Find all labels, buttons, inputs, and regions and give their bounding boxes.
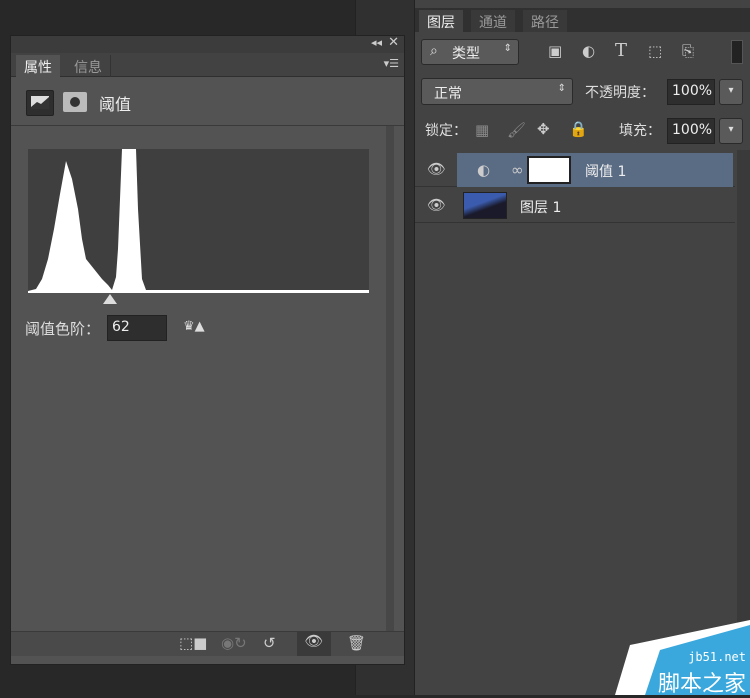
clip-to-layer-icon[interactable]: ⬚■: [179, 634, 207, 652]
eye-icon[interactable]: 👁: [427, 160, 446, 178]
layer-thumbnail: [463, 192, 507, 219]
close-icon[interactable]: ✕: [388, 35, 399, 50]
adjustment-title: 阈值: [99, 95, 132, 114]
adjustment-header: 阈值: [11, 78, 404, 126]
fill-dropdown[interactable]: ▾: [719, 118, 743, 144]
lock-label: 锁定：: [425, 123, 467, 139]
panel-title-bar[interactable]: ◂◂ ✕: [11, 35, 404, 53]
layers-scrollbar[interactable]: [737, 150, 750, 695]
watermark-name: 脚本之家: [657, 672, 746, 697]
histogram-graph: [28, 149, 369, 293]
adjustment-filter-icon[interactable]: ◐: [582, 42, 595, 60]
adjustment-icon-button[interactable]: [26, 90, 54, 116]
layer-mask-thumbnail[interactable]: [527, 156, 571, 184]
threshold-input[interactable]: 62: [107, 315, 167, 341]
tab-layers[interactable]: 图层: [419, 10, 463, 32]
watermark: jb51.net 脚本之家: [615, 620, 750, 697]
adjustment-layer-icon: ◐: [477, 161, 491, 179]
histogram: [28, 149, 369, 293]
watermark-site: jb51.net: [688, 650, 746, 664]
properties-panel: ◂◂ ✕ 属性 信息 ▾☰ 阈值 阈值色阶： 62 ♛▲ ⬚■ ◉↻ ↺ 👁 🗑: [10, 35, 405, 665]
threshold-label: 阈值色阶：: [25, 320, 101, 338]
layers-tabs: 图层 通道 路径: [415, 8, 750, 32]
properties-toolbar: ⬚■ ◉↻ ↺ 👁 🗑: [11, 631, 404, 656]
visibility-icon[interactable]: 👁: [297, 632, 331, 656]
smart-object-filter-icon[interactable]: ⎘: [682, 42, 694, 60]
link-icon[interactable]: ∞: [511, 161, 524, 179]
properties-tabs: 属性 信息 ▾☰: [11, 53, 404, 77]
lock-all-icon[interactable]: 🔒: [569, 120, 588, 138]
mask-icon: [70, 97, 80, 107]
threshold-slider[interactable]: [103, 294, 117, 304]
mask-icon-button[interactable]: [63, 92, 87, 112]
warning-icon[interactable]: ♛▲: [183, 319, 205, 334]
search-icon: ⌕: [430, 43, 438, 59]
fill-input[interactable]: 100%: [667, 118, 715, 144]
layer-name[interactable]: 图层 1: [520, 197, 561, 217]
type-filter-icon[interactable]: T: [615, 40, 627, 61]
scrollbar[interactable]: [386, 126, 394, 636]
lock-transparent-icon[interactable]: ▦: [475, 121, 489, 139]
reset-icon[interactable]: ↺: [263, 634, 276, 652]
filter-toggle[interactable]: [731, 40, 743, 64]
panel-menu-icon[interactable]: ▾☰: [384, 57, 399, 70]
blend-mode-select[interactable]: 正常 ⇕: [421, 78, 573, 105]
fill-label: 填充：: [619, 123, 661, 139]
updown-icon: ⇕: [557, 83, 566, 94]
layers-panel: 图层 通道 路径 ⌕ 类型 ⇕ ▣ ◐ T ⬚ ⎘ 正常 ⇕ 不透明度： 100…: [415, 0, 750, 695]
threshold-icon: [31, 96, 49, 109]
updown-icon: ⇕: [503, 43, 512, 54]
shape-filter-icon[interactable]: ⬚: [648, 42, 662, 60]
tab-info[interactable]: 信息: [66, 55, 111, 77]
opacity-dropdown[interactable]: ▾: [719, 79, 743, 105]
opacity-input[interactable]: 100%: [667, 79, 715, 105]
eye-icon[interactable]: 👁: [427, 196, 446, 214]
layer-row[interactable]: 👁 图层 1: [415, 189, 735, 223]
blend-mode-value: 正常: [434, 86, 462, 102]
filter-kind-value: 类型: [452, 46, 480, 62]
tab-channels[interactable]: 通道: [471, 10, 515, 32]
opacity-label: 不透明度：: [585, 85, 655, 101]
tab-paths[interactable]: 路径: [523, 10, 567, 32]
filter-kind-select[interactable]: ⌕ 类型 ⇕: [421, 39, 519, 65]
delete-icon[interactable]: 🗑: [347, 634, 366, 652]
layer-row[interactable]: 👁 ◐ ∞ 阈值 1: [415, 153, 735, 187]
pixel-filter-icon[interactable]: ▣: [548, 42, 562, 60]
tab-properties[interactable]: 属性: [16, 55, 60, 77]
lock-position-icon[interactable]: ✥: [537, 120, 550, 138]
layer-name[interactable]: 阈值 1: [585, 161, 626, 181]
lock-pixels-icon[interactable]: 🖌: [507, 121, 526, 139]
view-previous-icon[interactable]: ◉↻: [221, 634, 247, 652]
collapse-icon[interactable]: ◂◂: [371, 36, 382, 49]
